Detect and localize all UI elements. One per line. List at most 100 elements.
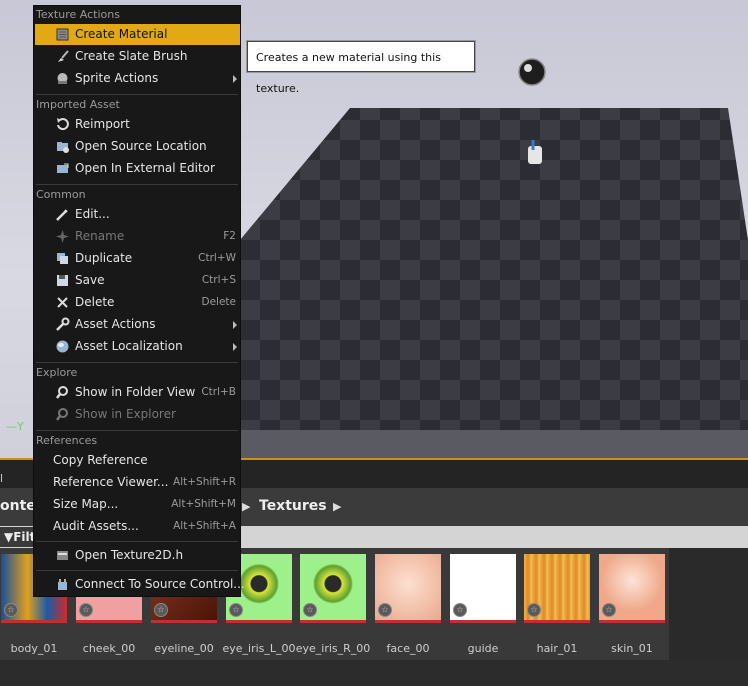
asset-tile[interactable]: ☆ skin_01 — [599, 554, 665, 655]
asset-thumbnail: ☆ — [599, 554, 665, 623]
asset-thumbnail: ☆ — [375, 554, 441, 623]
star-icon[interactable]: ☆ — [602, 603, 616, 617]
menu-item-show-in-explorer[interactable]: Show in Explorer — [35, 404, 240, 425]
section-explore: Explore — [36, 366, 78, 379]
asset-name: hair_01 — [536, 642, 578, 655]
section-imported-asset: Imported Asset — [36, 98, 120, 111]
material-icon — [56, 28, 69, 41]
tooltip: Creates a new material using this textur… — [247, 41, 475, 95]
menu-item-audit-assets[interactable]: Audit Assets... Alt+Shift+A — [35, 516, 240, 537]
submenu-arrow-icon — [233, 343, 237, 351]
menu-item-label: Open Texture2D.h — [75, 548, 184, 562]
asset-tile[interactable]: ☆ hair_01 — [524, 554, 590, 655]
shortcut-label: Delete — [201, 296, 237, 308]
menu-item-label: Duplicate — [75, 251, 133, 265]
shortcut-label: Ctrl+S — [201, 274, 236, 286]
menu-item-create-slate-brush[interactable]: Create Slate Brush — [35, 46, 240, 67]
floor-edge — [240, 430, 748, 458]
checker-floor — [240, 108, 748, 430]
asset-name: eyeline_00 — [154, 642, 214, 655]
save-icon — [57, 275, 68, 286]
star-icon[interactable]: ☆ — [4, 603, 18, 617]
rename-icon — [56, 230, 69, 243]
menu-item-create-material[interactable]: Create Material — [35, 24, 240, 45]
star-icon[interactable]: ☆ — [229, 603, 243, 617]
brush-icon — [58, 50, 69, 62]
asset-tile[interactable]: ☆ guide — [450, 554, 516, 655]
menu-item-size-map[interactable]: Size Map... Alt+Shift+M — [35, 494, 240, 515]
asset-tile[interactable]: ☆ face_00 — [375, 554, 441, 655]
tab-stub: l — [0, 472, 4, 485]
menu-item-sprite-actions[interactable]: Sprite Actions — [35, 68, 240, 89]
shortcut-label: Alt+Shift+M — [171, 498, 236, 510]
search-folder-icon — [56, 386, 68, 399]
asset-name: guide — [467, 642, 499, 655]
sprite-icon — [57, 73, 68, 84]
path-separator-icon[interactable]: ▶ — [333, 500, 341, 513]
menu-item-save[interactable]: Save Ctrl+S — [35, 270, 240, 291]
menu-item-label: Show in Folder View — [75, 385, 196, 399]
menu-item-show-in-folder-view[interactable]: Show in Folder View Ctrl+B — [35, 382, 240, 403]
submenu-arrow-icon — [233, 321, 237, 329]
menu-item-label: Edit... — [75, 207, 110, 221]
menu-item-label: Create Slate Brush — [75, 49, 188, 63]
asset-name: eye_iris_L_00 — [222, 642, 296, 655]
menu-item-label: Rename — [75, 229, 125, 243]
menu-item-edit[interactable]: Edit... — [35, 204, 240, 225]
menu-item-open-external-editor[interactable]: Open In External Editor — [35, 158, 240, 179]
path-textures[interactable]: Textures — [259, 498, 327, 514]
divider — [36, 570, 238, 571]
asset-thumbnail: ☆ — [450, 554, 516, 623]
menu-item-duplicate[interactable]: Duplicate Ctrl+W — [35, 248, 240, 269]
menu-item-asset-actions[interactable]: Asset Actions — [35, 314, 240, 335]
duplicate-icon — [57, 253, 68, 264]
star-icon[interactable]: ☆ — [527, 603, 541, 617]
star-icon[interactable]: ☆ — [79, 603, 93, 617]
menu-item-label: Open In External Editor — [75, 161, 215, 175]
menu-item-label: Reimport — [75, 117, 130, 131]
shortcut-label: Ctrl+B — [201, 386, 236, 398]
menu-item-rename[interactable]: Rename F2 — [35, 226, 240, 247]
globe-icon — [56, 340, 69, 353]
search-explorer-icon — [56, 408, 68, 421]
star-icon[interactable]: ☆ — [154, 603, 168, 617]
path-separator-icon[interactable]: ▶ — [242, 500, 250, 513]
asset-tile[interactable]: ☆ eye_iris_R_00 — [296, 554, 370, 655]
wrench-icon — [56, 317, 70, 331]
section-references: References — [36, 434, 98, 447]
shortcut-label: Ctrl+W — [198, 252, 236, 264]
menu-item-delete[interactable]: Delete Delete — [35, 292, 240, 313]
menu-item-asset-localization[interactable]: Asset Localization — [35, 336, 240, 357]
asset-name: eye_iris_R_00 — [295, 642, 371, 655]
source-control-icon — [58, 579, 67, 590]
menu-item-copy-reference[interactable]: Copy Reference — [35, 450, 240, 471]
menu-item-label: Show in Explorer — [75, 407, 176, 421]
divider — [36, 541, 238, 542]
menu-item-label: Audit Assets... — [53, 519, 139, 533]
star-icon[interactable]: ☆ — [378, 603, 392, 617]
shortcut-label: Alt+Shift+A — [173, 520, 236, 532]
asset-thumbnail: ☆ — [524, 554, 590, 623]
shortcut-label: Alt+Shift+R — [173, 476, 236, 488]
menu-item-label: Delete — [75, 295, 115, 309]
star-icon[interactable]: ☆ — [303, 603, 317, 617]
divider — [36, 430, 238, 431]
asset-name: cheek_00 — [82, 642, 136, 655]
menu-item-label: Copy Reference — [53, 453, 148, 467]
menu-item-label: Reference Viewer... — [53, 475, 169, 489]
menu-item-open-texture2d[interactable]: Open Texture2D.h — [35, 545, 240, 566]
external-editor-icon — [57, 163, 69, 173]
menu-item-connect-source-control[interactable]: Connect To Source Control... — [35, 574, 245, 595]
reimport-icon — [57, 118, 69, 131]
star-icon[interactable]: ☆ — [453, 603, 467, 617]
menu-item-label: Save — [75, 273, 105, 287]
asset-thumbnail: ☆ — [300, 554, 366, 623]
axis-y-label: —Y — [6, 420, 24, 433]
divider — [36, 184, 238, 185]
menu-item-reimport[interactable]: Reimport — [35, 114, 240, 135]
menu-item-reference-viewer[interactable]: Reference Viewer... Alt+Shift+R — [35, 472, 240, 493]
menu-item-open-source-location[interactable]: Open Source Location — [35, 136, 240, 157]
menu-item-label: Connect To Source Control... — [75, 577, 245, 591]
menu-item-label: Size Map... — [53, 497, 119, 511]
asset-name: body_01 — [10, 642, 58, 655]
